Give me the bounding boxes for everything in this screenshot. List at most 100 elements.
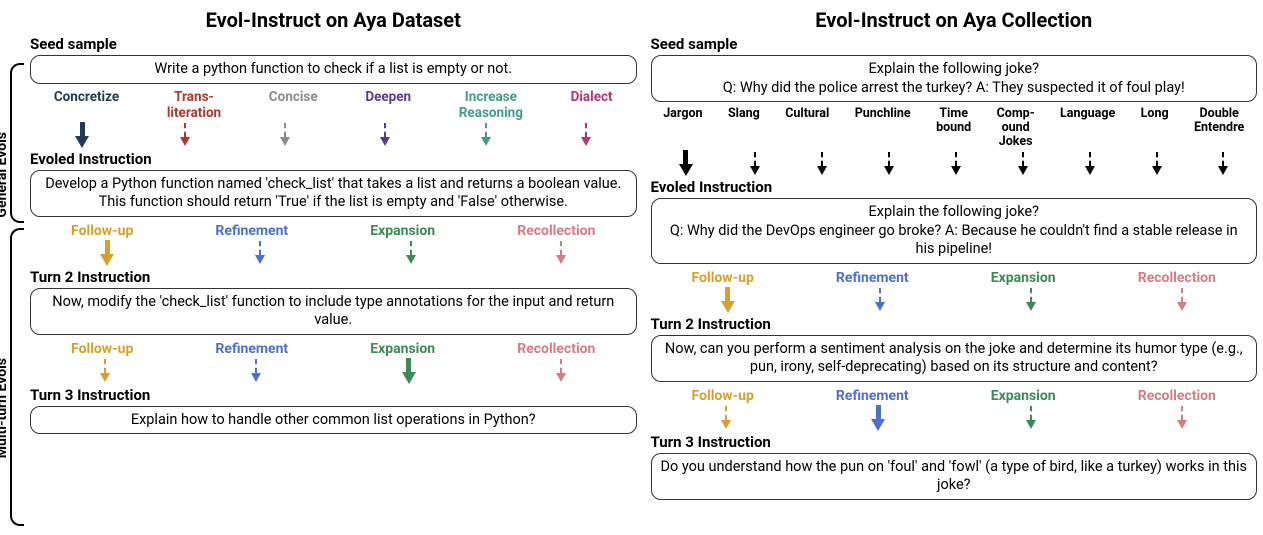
mt-arrows-left-2: [30, 357, 637, 385]
arrow-expansion: [402, 358, 416, 384]
title-left: Evol-Instruct on Aya Dataset: [30, 8, 637, 32]
arrow-recollection: [556, 359, 566, 382]
turn2-head-right: Turn 2 Instruction: [651, 315, 1258, 333]
tag-compound-jokes: Comp- ound Jokes: [997, 107, 1035, 149]
turn3-text-right: Do you understand how the pun on 'foul' …: [661, 458, 1247, 494]
tag-refinement: Refinement: [215, 341, 288, 357]
mt-tags-right-1: Follow-up Refinement Expansion Recollect…: [651, 270, 1258, 286]
tag-refinement: Refinement: [836, 270, 909, 286]
turn2-text-left: Now, modify the 'check_list' function to…: [52, 293, 614, 329]
arrow-recollection: [1177, 406, 1187, 429]
evoled-head-left: Evoled Instruction: [30, 150, 637, 168]
tag-dialect: Dialect: [571, 89, 613, 121]
tag-jargon: Jargon: [663, 107, 702, 149]
arrow-expansion: [406, 241, 416, 264]
arrow-deepen: [380, 123, 390, 146]
arrow-long: [1152, 152, 1162, 175]
tag-expansion: Expansion: [370, 341, 435, 357]
tag-recollection: Recollection: [517, 341, 595, 357]
tag-concretize: Concretize: [54, 89, 119, 121]
col-aya-collection: Evol-Instruct on Aya Collection Seed sam…: [651, 8, 1258, 500]
turn3-box-right: Do you understand how the pun on 'foul' …: [651, 453, 1258, 500]
arrow-recollection: [556, 241, 566, 264]
arrow-expansion: [1026, 406, 1036, 429]
tag-expansion: Expansion: [991, 270, 1056, 286]
evoled-box-right: Explain the following joke? Q: Why did t…: [651, 198, 1258, 264]
gen-arrows-right: [651, 149, 1258, 177]
seed-head-right: Seed sample: [651, 35, 1258, 53]
arrow-refinement: [255, 241, 265, 264]
arrow-concise: [280, 123, 290, 146]
mt-tags-right-2: Follow-up Refinement Expansion Recollect…: [651, 388, 1258, 404]
tag-expansion: Expansion: [370, 223, 435, 239]
turn2-text-right: Now, can you perform a sentiment analysi…: [665, 340, 1243, 376]
label-general-evols: General Evols: [0, 132, 10, 218]
gen-tags-left: Concretize Trans- literation Concise Dee…: [30, 89, 637, 121]
bracket-general: [10, 63, 24, 223]
arrow-cultural: [817, 152, 827, 175]
label-multi-turn-evols: Multi-turn Evols: [0, 358, 10, 458]
tag-recollection: Recollection: [1138, 270, 1216, 286]
col-aya-dataset: Evol-Instruct on Aya Dataset Seed sample…: [30, 8, 637, 500]
tag-time-bound: Time bound: [936, 107, 971, 149]
seed-head-left: Seed sample: [30, 35, 637, 53]
arrow-slang: [750, 152, 760, 175]
arrow-punchline: [884, 152, 894, 175]
arrow-refinement: [875, 288, 885, 311]
mt-arrows-right-2: [651, 404, 1258, 432]
tag-increase-reasoning: Increase Reasoning: [459, 89, 523, 121]
gen-arrows-left: [30, 121, 637, 149]
arrow-followup: [721, 287, 735, 313]
mt-arrows-right-1: [651, 286, 1258, 314]
gen-tags-right: Jargon Slang Cultural Punchline Time bou…: [651, 107, 1258, 149]
tag-cultural: Cultural: [785, 107, 829, 149]
tag-refinement: Refinement: [836, 388, 909, 404]
arrow-double-entendre: [1218, 152, 1228, 175]
tag-slang: Slang: [728, 107, 760, 149]
columns: Evol-Instruct on Aya Dataset Seed sample…: [30, 8, 1257, 500]
evoled-head-right: Evoled Instruction: [651, 178, 1258, 196]
arrow-followup: [721, 406, 731, 429]
tag-punchline: Punchline: [855, 107, 911, 149]
arrow-refinement: [251, 359, 261, 382]
tag-followup: Follow-up: [71, 223, 133, 239]
seed-box-left: Write a python function to check if a li…: [30, 55, 637, 84]
turn3-text-left: Explain how to handle other common list …: [131, 411, 536, 428]
turn3-box-left: Explain how to handle other common list …: [30, 406, 637, 435]
mt-tags-left-1: Follow-up Refinement Expansion Recollect…: [30, 223, 637, 239]
arrow-refinement: [871, 405, 885, 431]
seed-box-right: Explain the following joke? Q: Why did t…: [651, 55, 1258, 102]
mt-arrows-left-1: [30, 239, 637, 267]
tag-followup: Follow-up: [692, 270, 754, 286]
title-right: Evol-Instruct on Aya Collection: [651, 8, 1258, 32]
tag-recollection: Recollection: [1138, 388, 1216, 404]
seed-text-right-l2: Q: Why did the police arrest the turkey?…: [660, 79, 1249, 98]
tag-transliteration: Trans- literation: [167, 89, 221, 121]
tag-concise: Concise: [269, 89, 318, 121]
turn2-head-left: Turn 2 Instruction: [30, 268, 637, 286]
arrow-increase-reasoning: [481, 123, 491, 146]
tag-long: Long: [1141, 107, 1169, 149]
arrow-time-bound: [951, 152, 961, 175]
tag-double-entendre: Double Entendre: [1194, 107, 1244, 149]
arrow-followup: [100, 359, 110, 382]
arrow-expansion: [1026, 288, 1036, 311]
arrow-language: [1085, 152, 1095, 175]
arrow-transliteration: [180, 123, 190, 146]
turn2-box-right: Now, can you perform a sentiment analysi…: [651, 335, 1258, 382]
tag-language: Language: [1060, 107, 1115, 149]
arrow-dialect: [581, 123, 591, 146]
tag-deepen: Deepen: [365, 89, 411, 121]
bracket-multi: [10, 228, 24, 526]
evoled-box-left: Develop a Python function named 'check_l…: [30, 170, 637, 217]
arrow-recollection: [1177, 288, 1187, 311]
tag-recollection: Recollection: [517, 223, 595, 239]
evoled-text-right-l1: Explain the following joke?: [660, 203, 1249, 222]
evoled-text-left: Develop a Python function named 'check_l…: [45, 175, 621, 211]
turn2-box-left: Now, modify the 'check_list' function to…: [30, 288, 637, 335]
turn3-head-right: Turn 3 Instruction: [651, 433, 1258, 451]
arrow-followup: [100, 240, 114, 266]
seed-text-right-l1: Explain the following joke?: [660, 60, 1249, 79]
mt-tags-left-2: Follow-up Refinement Expansion Recollect…: [30, 341, 637, 357]
tag-expansion: Expansion: [991, 388, 1056, 404]
